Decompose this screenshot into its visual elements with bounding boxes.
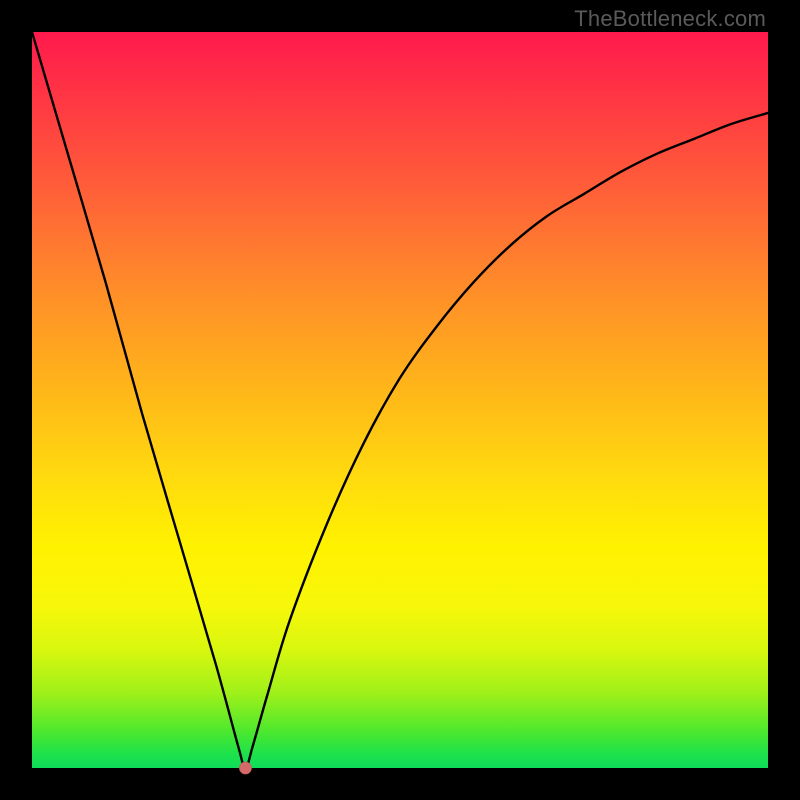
bottleneck-curve bbox=[32, 32, 768, 768]
plot-area bbox=[32, 32, 768, 768]
watermark-text: TheBottleneck.com bbox=[574, 6, 766, 32]
curve-path bbox=[32, 32, 768, 768]
minimum-marker bbox=[239, 762, 251, 774]
chart-frame: TheBottleneck.com bbox=[0, 0, 800, 800]
